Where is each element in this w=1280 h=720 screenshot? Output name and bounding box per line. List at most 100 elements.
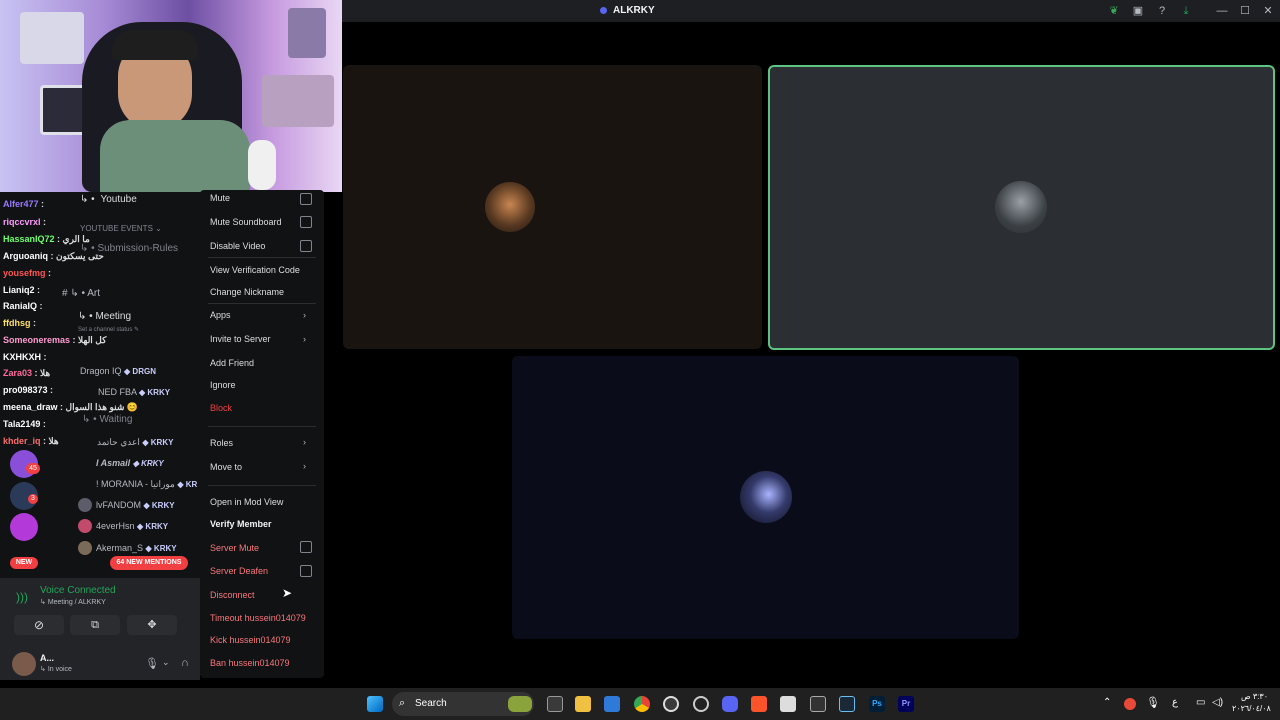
chevron-down-icon[interactable]: ⌄ [162,657,170,668]
steam-icon[interactable] [693,696,709,712]
chrome-icon[interactable] [634,696,650,712]
start-icon[interactable] [367,696,383,712]
mute-soundboard-checkbox[interactable] [300,216,312,228]
microphone-icon[interactable]: 🎙 [145,657,159,670]
menu-view-verification-code[interactable]: View Verification Code [210,265,300,275]
menu-separator [208,303,316,304]
task-view-icon[interactable] [547,696,563,712]
menu-apps[interactable]: Apps [210,310,231,320]
voice-member[interactable]: Dragon IQ ◆ DRGN [80,366,156,376]
server-deafen-checkbox[interactable] [300,565,312,577]
voice-member[interactable]: NED FBA ◆ KRKY [98,387,170,397]
voice-member[interactable]: Akerman_S ◆ KRKY [96,543,177,553]
language-indicator[interactable]: ع [1172,697,1178,708]
channel-status-input[interactable]: Set a channel status ✎ [78,326,139,333]
search-label: Search [415,698,447,709]
shelf-plaque [262,75,334,127]
activities-button[interactable]: ✥ [127,615,177,635]
server-icon-3[interactable] [10,513,38,541]
photoshop-icon[interactable]: Ps [869,696,885,712]
menu-timeout[interactable]: Timeout hussein014079 [210,613,306,623]
help-icon[interactable]: ? [1154,3,1170,19]
chat-line: yousefmg : [3,268,52,278]
chevron-right-icon: › [303,310,306,320]
headphones-icon[interactable]: ∩ [181,657,189,669]
menu-ban[interactable]: Ban hussein014079 [210,658,290,668]
member-avatar [78,519,92,533]
video-tile-1[interactable] [343,65,762,349]
menu-move-to[interactable]: Move to [210,462,242,472]
mouse-cursor-icon: ➤ [282,586,293,600]
inbox-icon[interactable]: ▣ [1130,3,1146,19]
menu-block[interactable]: Block [210,403,232,413]
obs-icon[interactable] [663,696,679,712]
microphone-tray-icon[interactable]: 🎙 [1146,696,1160,709]
member-avatar [78,498,92,512]
menu-ignore[interactable]: Ignore [210,380,236,390]
chevron-up-icon[interactable]: ⌃ [1103,697,1111,708]
premiere-icon[interactable]: Pr [898,696,914,712]
signal-icon: ))) [16,590,28,604]
capcut-icon[interactable] [810,696,826,712]
channel-youtube[interactable]: ↳ • Youtube [80,194,137,205]
menu-mute-soundboard[interactable]: Mute Soundboard [210,217,282,227]
camera-off-button[interactable]: ⊘ [14,615,64,635]
menu-server-mute[interactable]: Server Mute [210,543,259,553]
clock-date[interactable]: ٢٠٢٦/٠٤/٠٨ [1232,704,1271,713]
voice-member[interactable]: I Asmail ◆ KRKY [96,458,164,468]
chat-line: meena_draw : شنو هذا السوال 😊 [3,402,139,412]
voice-member[interactable]: 4everHsn ◆ KRKY [96,521,168,531]
disable-video-checkbox[interactable] [300,240,312,252]
channel-art[interactable]: # ↳ • Art [62,288,100,299]
screen-share-button[interactable]: ⧉ [70,615,120,635]
voice-member[interactable]: lvFANDOM ◆ KRKY [96,500,175,510]
close-icon[interactable]: ✕ [1260,3,1276,19]
new-badge[interactable]: NEW [10,557,38,569]
file-explorer-icon[interactable] [575,696,591,712]
steam-app-icon[interactable] [839,696,855,712]
download-icon[interactable]: ⤓ [1178,3,1194,19]
store-icon[interactable] [604,696,620,712]
user-avatar[interactable] [12,652,36,676]
chevron-right-icon: › [303,334,306,344]
chat-line: khder_iq : هلا [3,436,59,446]
menu-disable-video[interactable]: Disable Video [210,241,265,251]
unread-badge: 45 [26,463,40,474]
menu-open-in-mod-view[interactable]: Open in Mod View [210,497,283,507]
tray-app-icon[interactable] [1124,698,1136,710]
clock-time[interactable]: ٣:٣٠ ص [1232,692,1268,701]
chat-line: Zara03 : هلا [3,368,51,378]
menu-invite-to-server[interactable]: Invite to Server [210,334,271,344]
menu-mute[interactable]: Mute [210,193,230,203]
menu-verify-member[interactable]: Verify Member [210,519,272,529]
new-mentions-pill[interactable]: 64 NEW MENTIONS [110,556,188,570]
menu-disconnect[interactable]: Disconnect [210,590,255,600]
menu-change-nickname[interactable]: Change Nickname [210,287,284,297]
menu-separator [208,426,316,427]
maximize-icon[interactable]: ☐ [1237,3,1253,19]
menu-server-deafen[interactable]: Server Deafen [210,566,268,576]
minimize-icon[interactable]: — [1214,3,1230,19]
leaf-icon[interactable]: ❦ [1106,3,1122,19]
server-mute-checkbox[interactable] [300,541,312,553]
menu-roles[interactable]: Roles [210,438,233,448]
streamer-shirt [100,120,250,192]
menu-kick[interactable]: Kick hussein014079 [210,635,291,645]
voice-location[interactable]: ↳ Meeting / ALKRKY [40,598,106,606]
channel-waiting[interactable]: ↳ • Waiting [82,414,132,425]
menu-add-friend[interactable]: Add Friend [210,358,254,368]
voice-member[interactable]: ! MORANIA - موراتيا ◆ KR [96,479,197,490]
discord-icon[interactable] [722,696,738,712]
search-icon: ⌕ [399,697,406,709]
chat-line: Tala2149 : [3,419,46,429]
brave-icon[interactable] [751,696,767,712]
network-icon[interactable]: ▭ [1196,697,1205,708]
category-youtube-events[interactable]: YOUTUBE EVENTS ⌄ [80,224,162,233]
channel-meeting[interactable]: ↳ • Meeting [78,311,131,322]
menu-separator [208,257,316,258]
voice-member[interactable]: اعدي حاتمد ◆ KRKY [97,437,173,448]
app-icon-doc[interactable] [780,696,796,712]
volume-icon[interactable]: ◁) [1212,697,1223,708]
mute-checkbox[interactable] [300,193,312,205]
chat-line: HassanIQ72 : ما الري [3,234,90,244]
